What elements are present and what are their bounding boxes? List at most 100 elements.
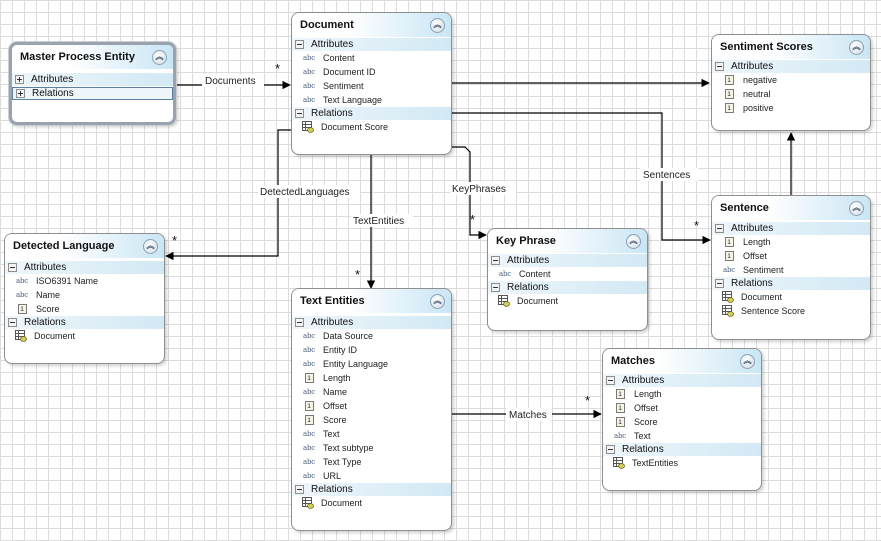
diagram-canvas: Documents * DetectedLanguages * TextEnti… xyxy=(0,0,881,541)
expand-icon[interactable] xyxy=(15,75,24,84)
connector-key-phrases[interactable]: KeyPhrases * xyxy=(450,146,516,240)
attribute-row[interactable]: abc Entity ID xyxy=(292,343,451,357)
collapse-icon[interactable] xyxy=(295,318,304,327)
section-attributes[interactable]: Attributes xyxy=(603,374,761,387)
collapse-icon[interactable] xyxy=(491,256,500,265)
attribute-row[interactable]: abc Entity Language xyxy=(292,357,451,371)
attribute-row[interactable]: abc ISO6391 Name xyxy=(5,274,164,288)
collapse-icon[interactable] xyxy=(606,445,615,454)
attribute-row[interactable]: 1 Length xyxy=(712,235,870,249)
relation-row[interactable]: Document xyxy=(5,329,164,343)
collapse-icon[interactable] xyxy=(295,485,304,494)
section-relations[interactable]: Relations xyxy=(292,483,451,496)
double-chevron-up-icon[interactable]: ︽ xyxy=(430,293,445,309)
section-relations[interactable]: Relations xyxy=(603,443,761,456)
relation-row[interactable]: Sentence Score xyxy=(712,304,870,318)
attribute-name: Length xyxy=(323,373,351,383)
attribute-row[interactable]: 1 positive xyxy=(712,101,870,115)
double-chevron-up-icon[interactable]: ︽ xyxy=(143,238,158,254)
entity-text-entities[interactable]: Text Entities ︽ Attributes abc Data Sourc… xyxy=(291,288,452,531)
entity-header[interactable]: Matches ︽ xyxy=(603,349,761,373)
entity-header[interactable]: Sentiment Scores ︽ xyxy=(712,35,870,59)
entity-header[interactable]: Sentence ︽ xyxy=(712,196,870,220)
attribute-row[interactable]: 1 Offset xyxy=(603,401,761,415)
attribute-row[interactable]: 1 Length xyxy=(603,387,761,401)
connector-sentences[interactable]: Sentences * xyxy=(452,112,711,245)
attribute-row[interactable]: abc URL xyxy=(292,469,451,483)
attribute-row[interactable]: 1 Length xyxy=(292,371,451,385)
section-attributes[interactable]: Attributes xyxy=(292,316,451,329)
attribute-row[interactable]: abc Name xyxy=(5,288,164,302)
attribute-row[interactable]: 1 Score xyxy=(5,302,164,316)
collapse-icon[interactable] xyxy=(491,283,500,292)
relation-row[interactable]: Document xyxy=(292,496,451,510)
section-attributes[interactable]: Attributes xyxy=(292,38,451,51)
expand-icon[interactable] xyxy=(16,89,25,98)
double-chevron-up-icon[interactable]: ︽ xyxy=(740,353,755,369)
section-label: Attributes xyxy=(731,61,774,72)
entity-header[interactable]: Key Phrase ︽ xyxy=(488,229,647,253)
collapse-icon[interactable] xyxy=(715,62,724,71)
collapse-icon[interactable] xyxy=(606,376,615,385)
section-relations[interactable]: Relations xyxy=(292,107,451,120)
connector-matches[interactable]: Matches * xyxy=(452,393,602,421)
attribute-row[interactable]: abc Sentiment xyxy=(292,79,451,93)
collapse-icon[interactable] xyxy=(295,40,304,49)
attribute-row[interactable]: 1 Offset xyxy=(712,249,870,263)
collapse-icon[interactable] xyxy=(715,224,724,233)
double-chevron-up-icon[interactable]: ︽ xyxy=(430,17,445,33)
collapse-icon[interactable] xyxy=(8,263,17,272)
collapse-icon[interactable] xyxy=(295,109,304,118)
attribute-row[interactable]: 1 Score xyxy=(292,413,451,427)
section-attributes[interactable]: Attributes xyxy=(5,261,164,274)
entity-header[interactable]: Master Process Entity ︽ xyxy=(12,45,173,69)
entity-key-phrase[interactable]: Key Phrase ︽ Attributes abc Content Relat… xyxy=(487,228,648,331)
section-relations[interactable]: Relations xyxy=(5,316,164,329)
connector-documents[interactable]: Documents * xyxy=(172,61,291,90)
attribute-row[interactable]: abc Content xyxy=(292,51,451,65)
section-attributes[interactable]: Attributes xyxy=(488,254,647,267)
abc-icon: abc xyxy=(303,54,315,62)
relation-row[interactable]: Document Score xyxy=(292,120,451,134)
attribute-row[interactable]: abc Data Source xyxy=(292,329,451,343)
attribute-row[interactable]: abc Text Language xyxy=(292,93,451,107)
attribute-row[interactable]: abc Content xyxy=(488,267,647,281)
entity-document[interactable]: Document ︽ Attributes abc Content abc Docum… xyxy=(291,12,452,155)
attribute-row[interactable]: 1 negative xyxy=(712,73,870,87)
section-relations[interactable]: Relations xyxy=(712,277,870,290)
attribute-row[interactable]: abc Text xyxy=(292,427,451,441)
entity-header[interactable]: Detected Language ︽ xyxy=(5,234,164,258)
entity-matches[interactable]: Matches ︽ Attributes 1 Length 1 Offset 1 Scor… xyxy=(602,348,762,491)
section-relations[interactable]: Relations xyxy=(488,281,647,294)
entity-master-process[interactable]: Master Process Entity ︽ Attributes Relat… xyxy=(9,42,176,125)
collapse-icon[interactable] xyxy=(8,318,17,327)
entity-header[interactable]: Text Entities ︽ xyxy=(292,289,451,313)
attribute-row[interactable]: abc Document ID xyxy=(292,65,451,79)
entity-header[interactable]: Document ︽ xyxy=(292,13,451,37)
attribute-row[interactable]: 1 Score xyxy=(603,415,761,429)
section-relations[interactable]: Relations xyxy=(12,87,173,100)
relation-row[interactable]: Document xyxy=(712,290,870,304)
attribute-name: Sentiment xyxy=(323,81,364,91)
section-attributes[interactable]: Attributes xyxy=(712,222,870,235)
attribute-row[interactable]: abc Text Type xyxy=(292,455,451,469)
entity-sentence[interactable]: Sentence ︽ Attributes 1 Length 1 Offset abc S… xyxy=(711,195,871,340)
double-chevron-up-icon[interactable]: ︽ xyxy=(626,233,641,249)
double-chevron-up-icon[interactable]: ︽ xyxy=(849,200,864,216)
section-attributes[interactable]: Attributes xyxy=(712,60,870,73)
attribute-row[interactable]: abc Text xyxy=(603,429,761,443)
relation-row[interactable]: TextEntities xyxy=(603,456,761,470)
connector-text-entities[interactable]: TextEntities * xyxy=(351,155,413,289)
attribute-row[interactable]: abc Name xyxy=(292,385,451,399)
attribute-row[interactable]: 1 Offset xyxy=(292,399,451,413)
attribute-row[interactable]: abc Sentiment xyxy=(712,263,870,277)
entity-detected-language[interactable]: Detected Language ︽ Attributes abc ISO639… xyxy=(4,233,165,364)
attribute-row[interactable]: abc Text subtype xyxy=(292,441,451,455)
attribute-row[interactable]: 1 neutral xyxy=(712,87,870,101)
entity-sentiment-scores[interactable]: Sentiment Scores ︽ Attributes 1 negative 1… xyxy=(711,34,871,131)
collapse-icon[interactable] xyxy=(715,279,724,288)
double-chevron-up-icon[interactable]: ︽ xyxy=(152,49,167,65)
relation-row[interactable]: Document xyxy=(488,294,647,308)
double-chevron-up-icon[interactable]: ︽ xyxy=(849,39,864,55)
section-attributes[interactable]: Attributes xyxy=(12,73,173,86)
